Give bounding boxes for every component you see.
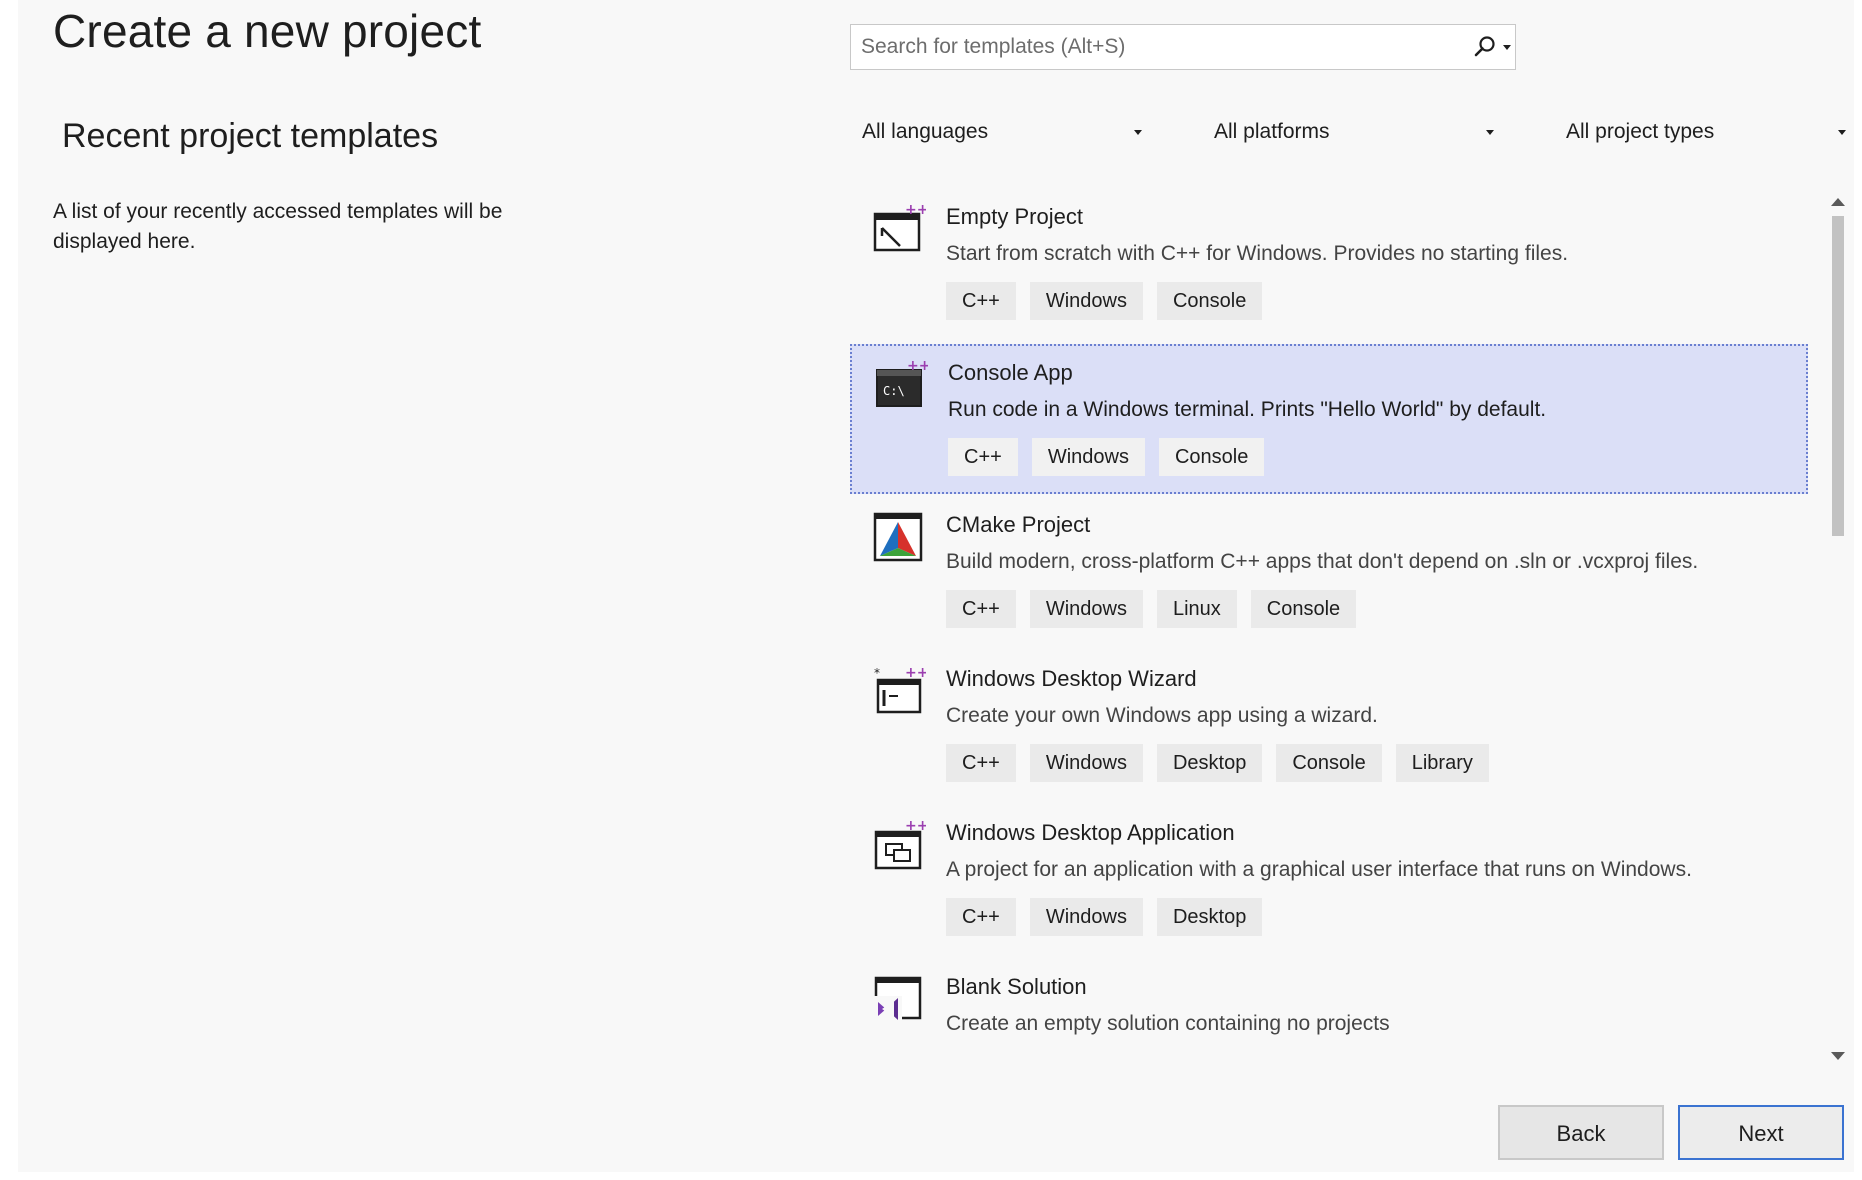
- tag-console: Console: [1250, 590, 1357, 628]
- template-description: Build modern, cross-platform C++ apps th…: [946, 550, 1699, 573]
- tag-console: Console: [1156, 282, 1263, 320]
- template-description: Start from scratch with C++ for Windows.…: [946, 242, 1569, 265]
- template-item-blank-solution[interactable]: Blank Solution Create an empty solution …: [850, 960, 1808, 1058]
- tag-console: Console: [1158, 438, 1265, 476]
- template-description: Run code in a Windows terminal. Prints "…: [948, 398, 1547, 421]
- svg-text:C:\: C:\: [883, 384, 905, 398]
- template-tags: C++ Windows Desktop Console Library: [946, 744, 1489, 782]
- chevron-down-icon: [1486, 130, 1494, 135]
- tag-library: Library: [1395, 744, 1489, 782]
- template-description: Create an empty solution containing no p…: [946, 1012, 1390, 1035]
- template-item-windows-desktop-application[interactable]: ++ Windows Desktop Application A project…: [850, 806, 1808, 956]
- project-type-filter-label: All project types: [1566, 120, 1715, 143]
- console-app-icon: C:\ ++: [876, 358, 928, 407]
- create-project-dialog: Create a new project Recent project temp…: [18, 0, 1854, 1172]
- svg-text:++: ++: [905, 202, 926, 218]
- tag-windows: Windows: [1029, 590, 1143, 628]
- template-tags: C++ Windows Desktop: [946, 898, 1263, 936]
- project-type-filter-dropdown[interactable]: All project types: [1554, 112, 1854, 152]
- page-title: Create a new project: [53, 5, 482, 57]
- template-name: Windows Desktop Application: [946, 820, 1235, 845]
- template-name: Blank Solution: [946, 974, 1087, 999]
- svg-text:++: ++: [905, 665, 926, 681]
- language-filter-dropdown[interactable]: All languages: [850, 112, 1150, 152]
- cmake-icon: [873, 512, 923, 562]
- template-description: Create your own Windows app using a wiza…: [946, 704, 1378, 727]
- scrollbar-thumb[interactable]: [1832, 216, 1844, 536]
- desktop-application-icon: ++: [874, 818, 926, 870]
- recent-templates-description: A list of your recently accessed templat…: [53, 200, 503, 253]
- tag-cpp: C++: [946, 898, 1016, 936]
- tag-cpp: C++: [946, 590, 1016, 628]
- template-item-cmake-project[interactable]: CMake Project Build modern, cross-platfo…: [850, 498, 1808, 648]
- empty-project-icon: ++: [873, 202, 926, 252]
- template-item-windows-desktop-wizard[interactable]: * ++ Windows Desktop Wizard Create your …: [850, 652, 1808, 802]
- template-description: A project for an application with a grap…: [946, 858, 1692, 881]
- desktop-wizard-icon: * ++: [874, 665, 926, 714]
- tag-cpp: C++: [948, 438, 1018, 476]
- next-button[interactable]: Next: [1678, 1105, 1844, 1160]
- template-item-empty-project[interactable]: ++ Empty Project Start from scratch with…: [850, 190, 1808, 340]
- tag-windows: Windows: [1029, 898, 1143, 936]
- scroll-down-arrow-icon[interactable]: [1831, 1052, 1845, 1060]
- template-tags: C++ Windows Linux Console: [946, 590, 1357, 628]
- tag-console: Console: [1276, 744, 1382, 782]
- search-options-chevron-icon[interactable]: [1503, 45, 1511, 50]
- chevron-down-icon: [1134, 130, 1142, 135]
- search-icon[interactable]: [1473, 35, 1497, 59]
- tag-cpp: C++: [946, 744, 1016, 782]
- template-list: ++ Empty Project Start from scratch with…: [850, 190, 1808, 1058]
- platform-filter-dropdown[interactable]: All platforms: [1202, 112, 1502, 152]
- svg-text:*: *: [874, 666, 880, 680]
- search-input[interactable]: [851, 25, 1441, 69]
- tag-windows: Windows: [1029, 744, 1143, 782]
- template-name: Console App: [948, 360, 1073, 385]
- tag-linux: Linux: [1156, 590, 1237, 628]
- template-list-scrollbar[interactable]: [1828, 192, 1848, 1060]
- visual-studio-solution-icon: [874, 976, 922, 1022]
- language-filter-label: All languages: [862, 120, 989, 143]
- template-name: Windows Desktop Wizard: [946, 666, 1197, 691]
- scroll-up-arrow-icon[interactable]: [1831, 198, 1845, 206]
- template-name: Empty Project: [946, 204, 1083, 229]
- chevron-down-icon: [1838, 130, 1846, 135]
- tag-desktop: Desktop: [1156, 744, 1263, 782]
- tag-windows: Windows: [1029, 282, 1143, 320]
- svg-text:++: ++: [905, 818, 926, 834]
- tag-desktop: Desktop: [1156, 898, 1263, 936]
- template-item-console-app[interactable]: C:\ ++ Console App Run code in a Windows…: [850, 344, 1808, 494]
- tag-windows: Windows: [1031, 438, 1145, 476]
- tag-cpp: C++: [946, 282, 1016, 320]
- template-tags: C++ Windows Console: [946, 282, 1263, 320]
- template-tags: C++ Windows Console: [948, 438, 1265, 476]
- template-search-box[interactable]: [850, 24, 1516, 70]
- svg-text:++: ++: [907, 358, 928, 374]
- template-name: CMake Project: [946, 512, 1091, 537]
- platform-filter-label: All platforms: [1214, 120, 1330, 143]
- back-button[interactable]: Back: [1498, 1105, 1664, 1160]
- recent-templates-heading: Recent project templates: [62, 117, 439, 155]
